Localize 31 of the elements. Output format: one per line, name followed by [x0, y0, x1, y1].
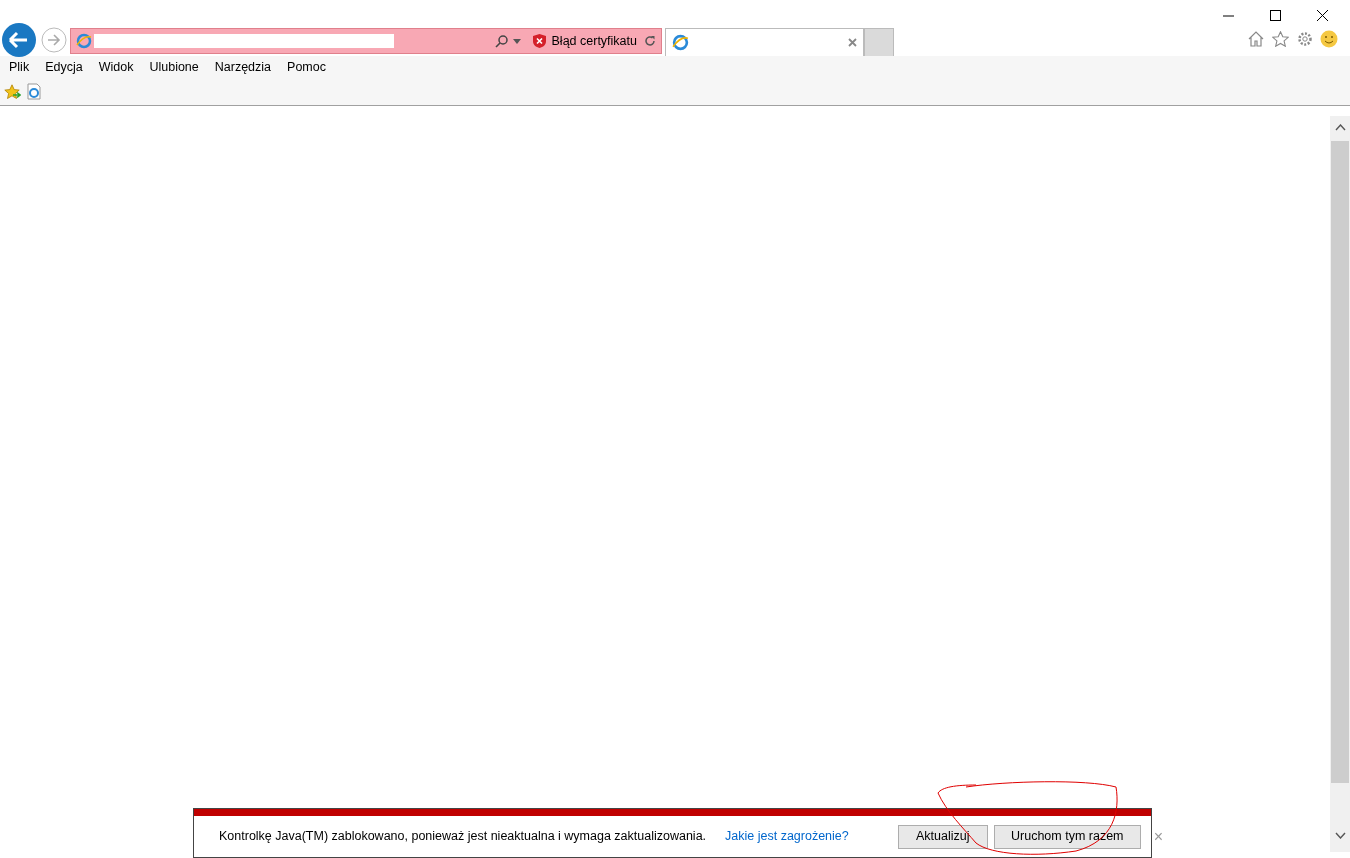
- home-icon[interactable]: [1248, 31, 1264, 47]
- scrollbar[interactable]: [1330, 116, 1350, 852]
- search-icon[interactable]: [494, 34, 509, 48]
- update-button[interactable]: Aktualizuj: [897, 824, 988, 849]
- help-link[interactable]: Jakie jest zagrożenie?: [725, 827, 849, 846]
- browser-page-icon[interactable]: [26, 83, 42, 100]
- menu-item[interactable]: Plik: [9, 57, 30, 77]
- close-tab-icon[interactable]: [848, 38, 857, 47]
- scrollbar-thumb[interactable]: [1331, 141, 1349, 783]
- menu-item[interactable]: Pomoc: [287, 57, 326, 77]
- dropdown-caret-icon[interactable]: [512, 38, 521, 44]
- menu-item[interactable]: Ulubione: [149, 57, 199, 77]
- forward-button[interactable]: [41, 27, 67, 53]
- settings-icon[interactable]: [1297, 31, 1313, 47]
- menu-item[interactable]: Narzędzia: [214, 57, 272, 77]
- star-icon[interactable]: [1272, 31, 1289, 47]
- favorites-star-icon[interactable]: [4, 83, 21, 100]
- back-button[interactable]: [1, 22, 37, 58]
- maximize-icon[interactable]: [1270, 10, 1281, 21]
- menu-item[interactable]: Widok: [98, 57, 134, 77]
- close-icon[interactable]: [1317, 10, 1328, 21]
- refresh-icon[interactable]: [644, 35, 656, 47]
- address-bar[interactable]: Błąd certyfikatu: [70, 28, 662, 54]
- smiley-icon[interactable]: [1320, 30, 1338, 48]
- browser-tab[interactable]: [665, 28, 864, 56]
- menu-item[interactable]: Edycja: [45, 57, 83, 77]
- browser-icon: [672, 34, 689, 51]
- certificate-error-button[interactable]: Błąd certyfikatu: [551, 31, 637, 51]
- notification-message: Kontrolkę Java(TM) zablokowano, ponieważ jest nieaktualna i wymaga zaktualizowania.: [219, 828, 707, 846]
- error-shield-icon: [532, 34, 546, 48]
- browser-icon: [76, 33, 92, 49]
